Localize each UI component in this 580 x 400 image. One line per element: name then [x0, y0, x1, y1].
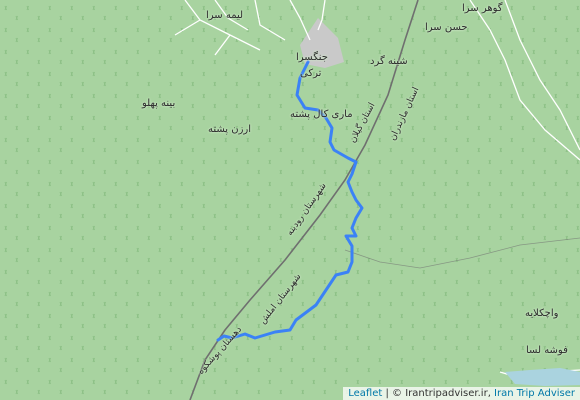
place-label-gohar-sara: گوهر سرا [462, 3, 503, 14]
place-label-lime-sara: لیمه سرا [206, 10, 244, 21]
iran-trip-adviser-link[interactable]: Iran Trip Adviser [494, 388, 575, 399]
place-label-arzan-poshteh: ارزن پشته [208, 124, 252, 135]
place-label-fusheh-lesa: فوشه لسا [526, 345, 568, 356]
leaflet-link[interactable]: Leaflet [348, 388, 382, 399]
map-attribution: Leaflet | © Irantripadviser.ir, Iran Tri… [343, 387, 580, 400]
place-label-shineh-gerd: شینه گرد [370, 56, 408, 67]
place-label-hasan-sara: حسن سرا [425, 22, 468, 33]
place-label-jangal-sara: جنگسرا [296, 52, 328, 63]
map-view[interactable]: لیمه سرا گوهر سرا حسن سرا جنگسرا ترکی شی… [0, 0, 580, 400]
attribution-separator: | © [382, 388, 406, 399]
attribution-source: Irantripadviser.ir [405, 388, 488, 399]
place-label-bineh-pahlu: بینه پهلو [142, 98, 176, 109]
forest-area [0, 0, 580, 400]
place-label-mari-kal-poshteh: ماری کال پشته [290, 109, 353, 120]
map-tiles [0, 0, 580, 400]
place-label-tarki: ترکی [300, 68, 322, 79]
place-label-vachkolaieh: واچکلایه [525, 308, 559, 319]
